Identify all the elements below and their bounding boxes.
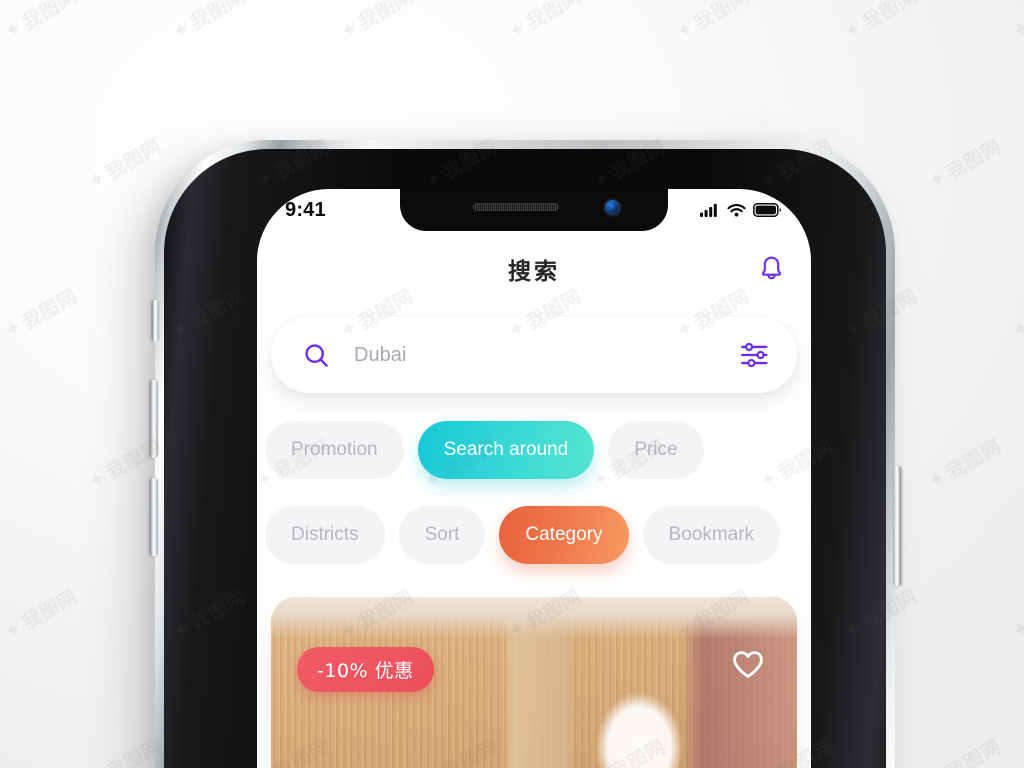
filter-chip-price[interactable]: Price [608, 421, 704, 479]
search-icon [305, 343, 328, 367]
filter-chip-category[interactable]: Category [499, 506, 629, 564]
watermark-text: ✦我图网 [839, 0, 922, 45]
watermark-text: ✦我图网 [1007, 314, 1024, 345]
page-title: 搜索 [508, 259, 560, 285]
status-bar-icons [700, 203, 781, 217]
filter-chip-search-around[interactable]: Search around [417, 421, 595, 479]
watermark-text: ✦我图网 [503, 0, 586, 45]
phone-body: 9:41 搜索 Dubai Promotion Search around Pr… [164, 149, 886, 768]
search-input[interactable] [352, 342, 741, 368]
mute-switch[interactable] [152, 300, 159, 342]
watermark-text: ✦我图网 [923, 435, 1006, 495]
battery-full-icon [753, 203, 781, 217]
watermark-text: ✦我图网 [335, 0, 418, 45]
heart-outline-icon [733, 651, 763, 678]
watermark-text: ✦我图网 [84, 735, 166, 768]
favorite-button[interactable] [731, 649, 765, 683]
wifi-icon [727, 204, 746, 217]
filter-chip-sort[interactable]: Sort [398, 506, 486, 564]
screenshot-stage: 9:41 搜索 Dubai Promotion Search around Pr… [0, 0, 1024, 768]
app-header: 搜索 [257, 231, 811, 307]
watermark-text: ✦我图网 [924, 735, 1006, 768]
filter-chip-promotion[interactable]: Promotion [265, 421, 404, 479]
listing-card[interactable]: -10% 优惠 [271, 597, 797, 768]
phone-device-mockup: 9:41 搜索 Dubai Promotion Search around Pr… [155, 140, 895, 768]
filter-chip-bookmark[interactable]: Bookmark [642, 506, 781, 564]
filter-chip-row-secondary: Districts Sort Category Bookmark [265, 506, 781, 564]
watermark-text: ✦我图网 [0, 285, 82, 345]
discount-badge: -10% 优惠 [297, 647, 434, 692]
watermark-text: ✦我图网 [923, 135, 1006, 195]
filter-sliders-icon[interactable] [741, 342, 771, 368]
phone-screen: 9:41 搜索 Dubai Promotion Search around Pr… [257, 189, 811, 768]
search-bar[interactable] [271, 317, 797, 393]
volume-up-button[interactable] [150, 380, 158, 458]
notification-bell-button[interactable] [753, 251, 789, 287]
status-bar-clock: 9:41 [285, 198, 326, 221]
filter-chip-districts[interactable]: Districts [265, 506, 385, 564]
watermark-text: ✦我图网 [1007, 614, 1024, 645]
volume-down-button[interactable] [150, 478, 158, 556]
watermark-text: ✦我图网 [1007, 14, 1024, 45]
bell-icon [761, 256, 781, 279]
watermark-text: ✦我图网 [0, 585, 82, 645]
cellular-signal-icon [700, 203, 717, 217]
power-button[interactable] [893, 466, 901, 586]
watermark-text: ✦我图网 [0, 0, 82, 45]
watermark-text: ✦我图网 [167, 0, 250, 45]
status-bar: 9:41 [257, 189, 811, 231]
filter-chip-row-primary: Promotion Search around Price [265, 421, 704, 479]
watermark-text: ✦我图网 [83, 135, 166, 195]
watermark-text: ✦我图网 [671, 0, 754, 45]
